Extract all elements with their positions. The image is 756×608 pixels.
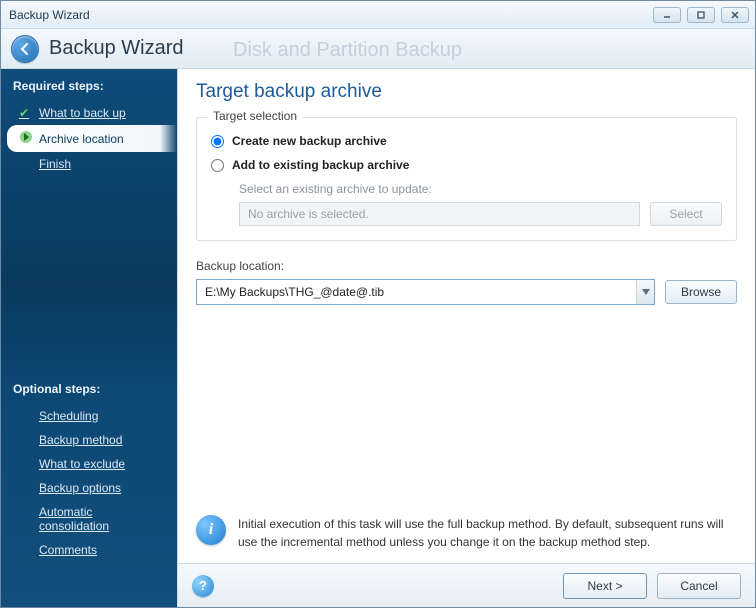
window-title: Backup Wizard — [7, 8, 653, 22]
help-icon[interactable]: ? — [192, 575, 214, 597]
chevron-down-icon[interactable] — [636, 280, 654, 304]
step-label: What to back up — [39, 106, 126, 120]
group-legend: Target selection — [207, 109, 303, 123]
radio-label: Add to existing backup archive — [232, 158, 409, 172]
step-backup-method[interactable]: Backup method — [1, 428, 177, 452]
close-button[interactable] — [721, 7, 749, 23]
step-label: What to exclude — [39, 457, 125, 471]
step-what-to-exclude[interactable]: What to exclude — [1, 452, 177, 476]
arrow-right-icon — [19, 130, 31, 147]
sidebar: Required steps: ✔ What to back up Archiv… — [1, 69, 177, 607]
step-automatic-consolidation[interactable]: Automatic consolidation — [1, 500, 177, 538]
existing-archive-field: No archive is selected. — [239, 202, 640, 226]
radio-create-new-input[interactable] — [211, 135, 224, 148]
step-backup-options[interactable]: Backup options — [1, 476, 177, 500]
radio-label: Create new backup archive — [232, 134, 387, 148]
cancel-button[interactable]: Cancel — [657, 573, 741, 599]
backup-location-input[interactable] — [197, 280, 636, 304]
next-button[interactable]: Next > — [563, 573, 647, 599]
required-steps-title: Required steps: — [1, 73, 177, 101]
info-text: Initial execution of this task will use … — [238, 515, 737, 551]
target-selection-group: Target selection Create new backup archi… — [196, 117, 737, 241]
footer: ? Next > Cancel — [178, 563, 755, 607]
wizard-header: Backup Wizard Disk and Partition Backup — [1, 29, 755, 69]
backup-wizard-window: Backup Wizard Backup Wizard Disk and Par… — [0, 0, 756, 608]
radio-add-existing[interactable]: Add to existing backup archive — [211, 158, 722, 172]
maximize-button[interactable] — [687, 7, 715, 23]
info-icon: i — [196, 515, 226, 545]
step-comments[interactable]: Comments — [1, 538, 177, 562]
step-label: Comments — [39, 543, 97, 557]
step-label: Backup method — [39, 433, 122, 447]
backup-location-label: Backup location: — [196, 259, 737, 273]
ghost-text: Disk and Partition Backup — [233, 39, 462, 62]
step-label: Automatic consolidation — [39, 505, 149, 533]
step-label: Archive location — [39, 132, 124, 146]
header-title: Backup Wizard — [49, 37, 184, 60]
info-row: i Initial execution of this task will us… — [196, 515, 737, 563]
backup-location-combo[interactable] — [196, 279, 655, 305]
step-scheduling[interactable]: Scheduling — [1, 404, 177, 428]
browse-button[interactable]: Browse — [665, 280, 737, 304]
main-panel: Target backup archive Target selection C… — [177, 69, 755, 607]
minimize-button[interactable] — [653, 7, 681, 23]
step-label: Scheduling — [39, 409, 98, 423]
radio-create-new[interactable]: Create new backup archive — [211, 134, 722, 148]
check-icon: ✔ — [19, 106, 31, 120]
step-finish[interactable]: Finish — [1, 152, 177, 176]
step-archive-location[interactable]: Archive location — [7, 125, 177, 152]
radio-add-existing-input[interactable] — [211, 159, 224, 172]
step-label: Backup options — [39, 481, 121, 495]
step-label: Finish — [39, 157, 71, 171]
back-button[interactable] — [11, 35, 39, 63]
titlebar: Backup Wizard — [1, 1, 755, 29]
step-what-to-back-up[interactable]: ✔ What to back up — [1, 101, 177, 125]
optional-steps-title: Optional steps: — [1, 376, 177, 404]
select-archive-button: Select — [650, 202, 722, 226]
page-title: Target backup archive — [196, 81, 737, 103]
existing-sublabel: Select an existing archive to update: — [239, 182, 722, 196]
